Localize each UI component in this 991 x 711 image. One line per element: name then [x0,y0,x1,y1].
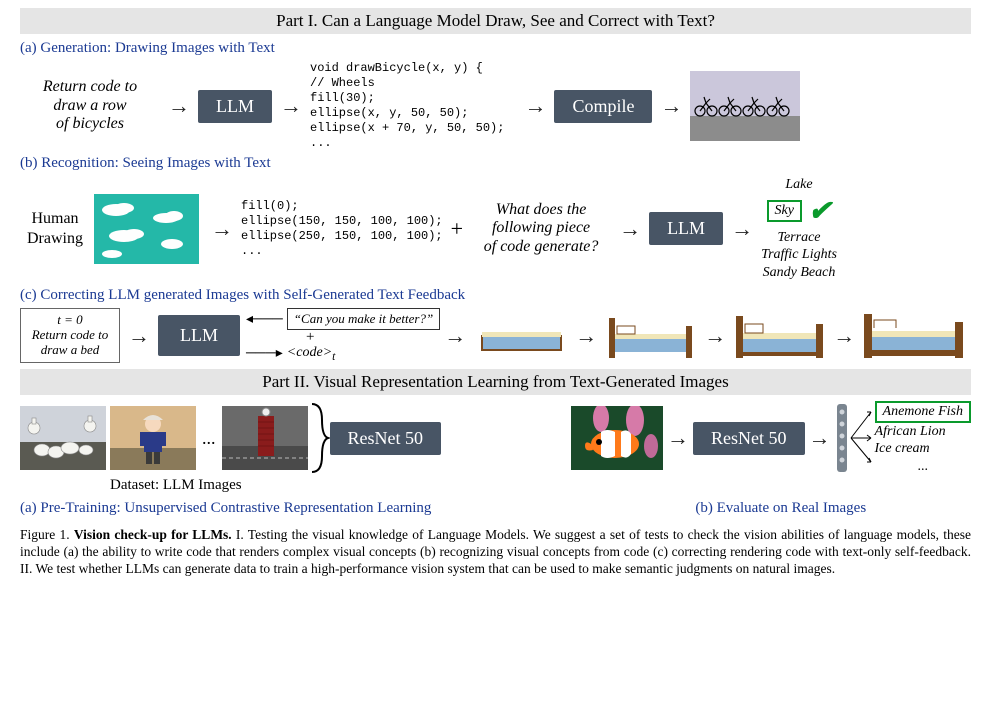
predictions-list: Anemone Fish African Lion Ice cream ... [875,401,971,475]
part2-row: ... ResNet 50 → ResNet [20,401,971,475]
p1a-prompt-l3: of bicycles [56,115,124,132]
code-sub: t [332,350,335,363]
arrow-icon: → [663,425,693,451]
feedback-loop: ◂─── “Can you make it better?” + ───▸ <c… [246,308,440,363]
llm-box-c: LLM [158,315,240,356]
bed-sequence: → → → [474,308,966,363]
arrow-icon: → [440,323,474,349]
arrow-icon: → [120,323,158,349]
ellipsis: ... [196,428,222,449]
option-lake: Lake [761,176,837,194]
part1a-prompt: Return code to draw a row of bicycles [20,78,160,133]
dataset-thumb-3 [222,406,308,470]
bed-image-3 [732,308,827,363]
plus-icon: + [246,330,314,345]
human-l1: Human [31,210,78,227]
caption-lead: Figure 1. [20,527,70,542]
options-list: Lake Sky ✔ Terrace Traffic Lights Sandy … [761,176,837,281]
pred-anemone-fish: Anemone Fish [875,401,971,423]
bed-image-4 [861,308,966,363]
arrow-icon: → [702,323,728,349]
t0-l3: draw a bed [41,342,100,357]
resnet-box-2: ResNet 50 [693,422,805,455]
p1a-prompt-l1: Return code to [43,78,137,95]
arrow-icon: → [504,93,554,119]
part1c-row: t = 0 Return code to draw a bed → LLM ◂─… [20,308,971,363]
part1a-row: Return code to draw a row of bicycles → … [20,61,971,151]
code-token: <code>t [287,345,336,363]
clouds-drawing-image [94,194,199,264]
part2-subtitles: (a) Pre-Training: Unsupervised Contrasti… [20,496,971,521]
arrow-icon: → [611,216,649,242]
pred-african-lion: African Lion [875,423,971,441]
clownfish-image [571,406,663,470]
loop-arrow-icon: ◂─── [246,311,283,328]
arrow-icon: → [573,323,599,349]
arrow-icon: → [160,93,198,119]
part2b-title: (b) Evaluate on Real Images [591,500,971,517]
feedback-bubble: “Can you make it better?” [287,308,440,330]
t0-l2: Return code to [32,327,109,342]
arrow-icon: → [831,323,857,349]
arrow-icon: → [203,216,241,242]
part1c-title: (c) Correcting LLM generated Images with… [20,287,971,304]
part1b-code: fill(0); ellipse(150, 150, 100, 100); el… [241,199,443,259]
q-l2: following piece [492,219,590,236]
part1b-question: What does the following piece of code ge… [471,201,611,256]
llm-box-b: LLM [649,212,723,245]
code-word: code [296,345,322,360]
t0-prompt-box: t = 0 Return code to draw a bed [20,308,120,363]
part1b-row: Human Drawing → fill(0); ellipse(150, 15… [20,176,971,281]
arrow-icon: → [652,93,690,119]
llm-box-a: LLM [198,90,272,123]
plus-icon: + [443,218,471,240]
human-l2: Drawing [27,230,83,247]
arrow-icon: → [723,216,761,242]
option-sky-selected: Sky [767,200,802,222]
t0-l1: t = 0 [57,312,82,327]
figure-caption: Figure 1. Vision check-up for LLMs. I. T… [20,527,971,578]
caption-bold: Vision check-up for LLMs. [74,527,232,542]
part1a-code: void drawBicycle(x, y) { // Wheels fill(… [310,61,504,151]
option-traffic-lights: Traffic Lights [761,246,837,264]
dataset-thumb-2 [110,406,196,470]
checkmark-icon: ✔ [802,194,831,229]
part1a-title: (a) Generation: Drawing Images with Text [20,40,971,57]
bicycles-output-image [690,71,800,141]
dataset-caption: Dataset: LLM Images [110,477,971,494]
option-sandy-beach: Sandy Beach [761,264,837,282]
resnet-box-1: ResNet 50 [330,422,442,455]
p1a-prompt-l2: draw a row [53,97,126,114]
loop-out-arrow-icon: ───▸ [246,345,283,362]
part2a-title: (a) Pre-Training: Unsupervised Contrasti… [20,500,591,517]
option-terrace: Terrace [761,229,837,247]
part2-banner: Part II. Visual Representation Learning … [20,369,971,395]
bed-image-2 [603,308,698,363]
part1-banner: Part I. Can a Language Model Draw, See a… [20,8,971,34]
feature-vector-icon [835,402,849,474]
q-l1: What does the [496,201,587,218]
brace-icon [308,402,330,474]
compile-box: Compile [554,90,652,123]
arrow-icon: → [805,425,835,451]
part1b-title: (b) Recognition: Seeing Images with Text [20,155,971,172]
dataset-thumb-1 [20,406,106,470]
ellipsis: ... [875,458,971,476]
arrow-icon: → [272,93,310,119]
human-drawing-label: Human Drawing [20,209,90,247]
pred-ice-cream: Ice cream [875,440,971,458]
bed-image-1 [474,308,569,363]
q-l3: of code generate? [484,238,599,255]
fanout-arrows-icon [849,402,875,474]
